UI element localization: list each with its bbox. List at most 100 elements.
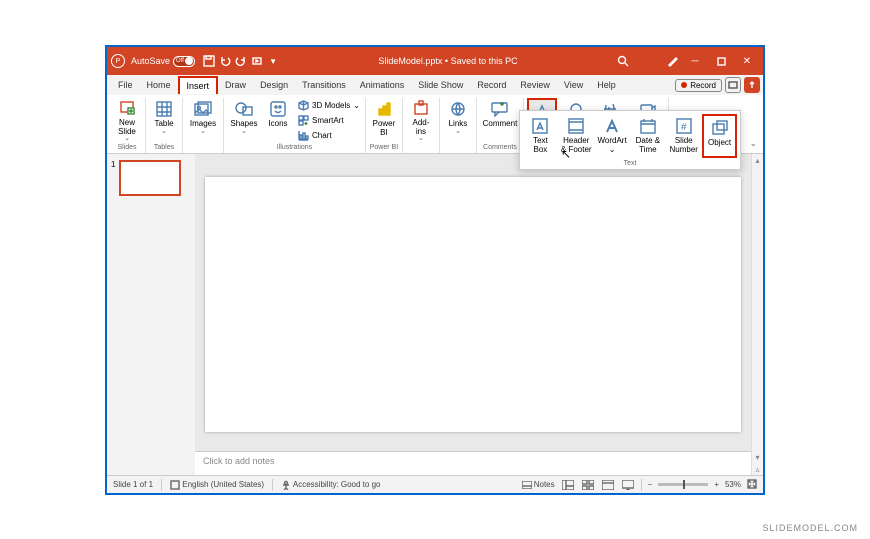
group-powerbi: Power BI Power BI — [366, 98, 403, 153]
shapes-icon — [235, 100, 253, 118]
group-comments: Comment Comments — [477, 98, 524, 153]
slide-counter[interactable]: Slide 1 of 1 — [113, 480, 153, 489]
powerbi-icon — [375, 100, 393, 118]
tab-transitions[interactable]: Transitions — [295, 77, 353, 93]
addins-button[interactable]: Add- ins⌄ — [406, 98, 436, 142]
notes-toggle[interactable]: Notes — [522, 480, 555, 489]
text-box-button[interactable]: Text Box — [523, 114, 558, 158]
collapse-ribbon-icon[interactable]: ⌄ — [745, 134, 761, 153]
zoom-slider[interactable] — [658, 483, 708, 486]
zoom-out-button[interactable]: − — [648, 480, 653, 489]
tab-draw[interactable]: Draw — [218, 77, 253, 93]
start-from-beginning-icon[interactable] — [249, 53, 265, 69]
notes-pane[interactable]: Click to add notes — [195, 451, 751, 475]
powerbi-button[interactable]: Power BI — [369, 98, 399, 142]
icons-icon — [269, 100, 287, 118]
fit-to-window-icon[interactable] — [747, 479, 757, 491]
comment-icon — [491, 100, 509, 118]
vertical-scrollbar[interactable]: ▴ ▾ ▵ — [751, 154, 763, 475]
slide-number-icon: # — [675, 117, 693, 135]
new-slide-icon — [118, 100, 136, 117]
comment-button[interactable]: Comment — [480, 98, 520, 142]
sorter-view-icon[interactable] — [581, 479, 595, 491]
powerpoint-icon: P — [111, 54, 125, 68]
language-indicator[interactable]: English (United States) — [170, 480, 264, 490]
tab-insert[interactable]: Insert — [178, 76, 219, 94]
slide-thumbnails-panel: 1 — [107, 154, 195, 475]
3d-models-button[interactable]: 3D Models ⌄ — [295, 98, 362, 112]
record-button[interactable]: Record — [675, 79, 722, 92]
tab-file[interactable]: File — [111, 77, 140, 93]
accessibility-indicator[interactable]: Accessibility: Good to go — [281, 480, 380, 490]
tab-view[interactable]: View — [557, 77, 590, 93]
autosave-toggle[interactable]: AutoSave Off — [131, 56, 195, 67]
watermark-text: SLIDEMODEL.COM — [762, 523, 858, 533]
addins-icon — [412, 100, 430, 117]
smartart-icon — [297, 114, 309, 126]
svg-text:#: # — [681, 122, 687, 133]
smartart-button[interactable]: SmartArt — [295, 113, 362, 127]
title-bar: P AutoSave Off ▼ SlideModel.pptx • Saved… — [107, 47, 763, 75]
tab-record[interactable]: Record — [470, 77, 513, 93]
date-time-button[interactable]: Date & Time — [630, 114, 665, 158]
present-button[interactable] — [725, 77, 741, 93]
scroll-down-icon[interactable]: ▾ — [755, 451, 759, 463]
object-icon — [711, 119, 729, 137]
minimize-button[interactable]: ─ — [683, 49, 707, 73]
illustrations-list: 3D Models ⌄ SmartArt Chart — [295, 98, 362, 142]
undo-icon[interactable] — [217, 53, 233, 69]
slide-canvas-area: Click to add notes — [195, 154, 751, 475]
images-button[interactable]: Images⌄ — [186, 98, 220, 142]
table-icon — [155, 100, 173, 118]
group-addins: Add- ins⌄ — [403, 98, 440, 153]
chart-icon — [297, 129, 309, 141]
icons-button[interactable]: Icons — [263, 98, 293, 142]
toggle-switch-icon[interactable]: Off — [173, 56, 195, 67]
scroll-split-icon[interactable]: ▵ — [755, 463, 759, 475]
object-button[interactable]: Object — [702, 114, 737, 158]
share-button[interactable] — [744, 77, 760, 93]
text-box-icon — [531, 117, 549, 135]
group-slides: New Slide⌄ Slides — [109, 98, 146, 153]
table-button[interactable]: Table⌄ — [149, 98, 179, 142]
chart-button[interactable]: Chart — [295, 128, 362, 142]
status-bar: Slide 1 of 1 English (United States) Acc… — [107, 475, 763, 493]
save-icon[interactable] — [201, 53, 217, 69]
tab-slideshow[interactable]: Slide Show — [411, 77, 470, 93]
wordart-button[interactable]: WordArt⌄ — [595, 114, 630, 158]
thumb-number: 1 — [111, 160, 115, 196]
header-footer-button[interactable]: Header & Footer — [559, 114, 594, 158]
cube-icon — [297, 99, 309, 111]
close-button[interactable]: ✕ — [735, 49, 759, 73]
images-icon — [194, 100, 212, 118]
slideshow-view-icon[interactable] — [621, 479, 635, 491]
tab-review[interactable]: Review — [513, 77, 557, 93]
wordart-icon — [603, 117, 621, 135]
scroll-up-icon[interactable]: ▴ — [755, 154, 759, 166]
redo-icon[interactable] — [233, 53, 249, 69]
ribbon-tabs: File Home Insert Draw Design Transitions… — [107, 75, 763, 95]
qat-more-icon[interactable]: ▼ — [265, 53, 281, 69]
new-slide-button[interactable]: New Slide⌄ — [112, 98, 142, 142]
zoom-percentage[interactable]: 53% — [725, 480, 741, 489]
links-button[interactable]: Links⌄ — [443, 98, 473, 142]
shapes-button[interactable]: Shapes⌄ — [227, 98, 261, 142]
reading-view-icon[interactable] — [601, 479, 615, 491]
group-illustrations: Shapes⌄ Icons 3D Models ⌄ SmartArt Chart… — [224, 98, 366, 153]
normal-view-icon[interactable] — [561, 479, 575, 491]
slide-number-button[interactable]: # Slide Number — [666, 114, 701, 158]
document-title: SlideModel.pptx • Saved to this PC — [281, 56, 615, 66]
maximize-button[interactable] — [709, 49, 733, 73]
group-images: Images⌄ — [183, 98, 224, 153]
pen-icon[interactable] — [665, 53, 681, 69]
slide-thumbnail-1[interactable] — [119, 160, 181, 196]
date-time-icon — [639, 117, 657, 135]
tab-help[interactable]: Help — [590, 77, 623, 93]
tab-home[interactable]: Home — [140, 77, 178, 93]
search-icon[interactable] — [615, 53, 631, 69]
tab-design[interactable]: Design — [253, 77, 295, 93]
slide-canvas[interactable] — [205, 177, 741, 432]
popup-group-label: Text — [523, 158, 737, 169]
zoom-in-button[interactable]: + — [714, 480, 719, 489]
tab-animations[interactable]: Animations — [353, 77, 412, 93]
